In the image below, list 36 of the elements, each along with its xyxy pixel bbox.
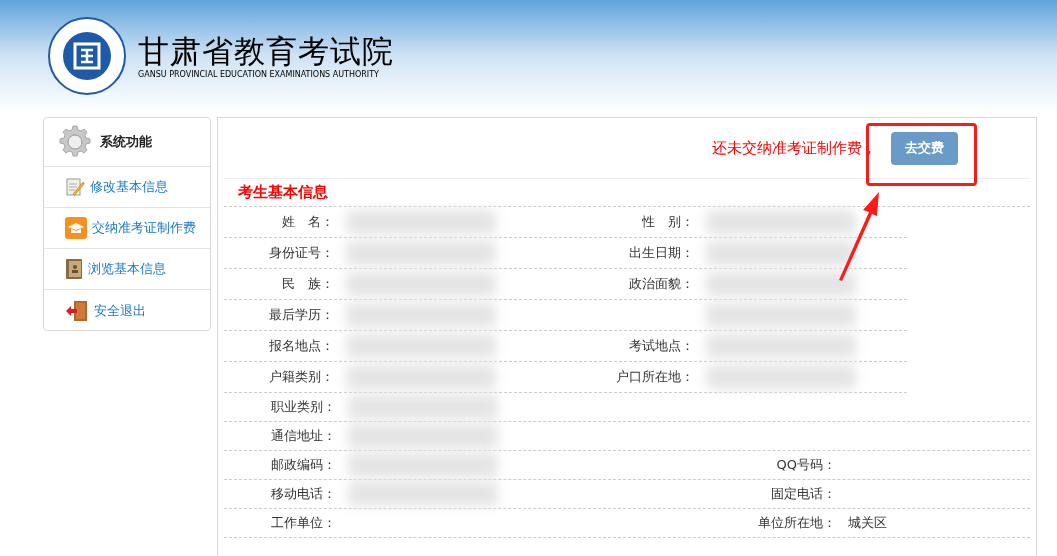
- sidebar-link[interactable]: 交纳准考证制作费: [44, 208, 210, 249]
- field-label: 户籍类别：: [269, 368, 334, 387]
- sidebar-heading: 系统功能: [100, 133, 152, 152]
- field-label: 最后学历：: [269, 306, 334, 325]
- field-label: 报名地点：: [269, 337, 334, 356]
- emblem-logo-icon: [48, 17, 126, 95]
- section-title: 考生基本信息: [238, 182, 328, 204]
- pay-button[interactable]: 去交费: [891, 131, 958, 165]
- book-icon: [65, 258, 83, 280]
- notepad-pencil-icon: [65, 177, 85, 197]
- field-label: 出生日期：: [629, 244, 694, 263]
- site-subtitle: GANSU PROVINCIAL EDUCATION EXAMINATIONS AUTHORITY: [138, 70, 380, 80]
- field-label: 性 别：: [642, 213, 694, 232]
- field-label: 考试地点：: [629, 337, 694, 356]
- site-title: 甘肃省教育考试院: [138, 32, 394, 70]
- field-label: 移动电话：: [271, 485, 336, 504]
- field-label: 政治面貌：: [629, 275, 694, 294]
- field-label: QQ号码：: [776, 456, 836, 475]
- field-value: 城关区: [848, 514, 887, 533]
- field-label: 通信地址：: [271, 427, 336, 446]
- field-label: 单位所在地：: [758, 514, 836, 533]
- field-label: 姓 名：: [282, 213, 334, 232]
- field-label: 身份证号：: [269, 244, 334, 263]
- gear-icon: [58, 125, 92, 159]
- field-label: 户口所在地：: [616, 368, 694, 387]
- graduation-cap-icon: [65, 217, 87, 239]
- field-label: 邮政编码：: [271, 456, 336, 475]
- exit-door-icon: [65, 299, 89, 322]
- field-label: 固定电话：: [771, 485, 836, 504]
- sidebar-link[interactable]: 安全退出: [44, 290, 210, 331]
- field-label: 民 族：: [282, 275, 334, 294]
- sidebar-link[interactable]: 修改基本信息: [44, 167, 210, 208]
- sidebar-link[interactable]: 浏览基本信息: [44, 249, 210, 290]
- field-label: 职业类别：: [271, 398, 336, 417]
- notice-text: 还未交纳准考证制作费，: [712, 137, 877, 159]
- field-label: 工作单位：: [271, 514, 336, 533]
